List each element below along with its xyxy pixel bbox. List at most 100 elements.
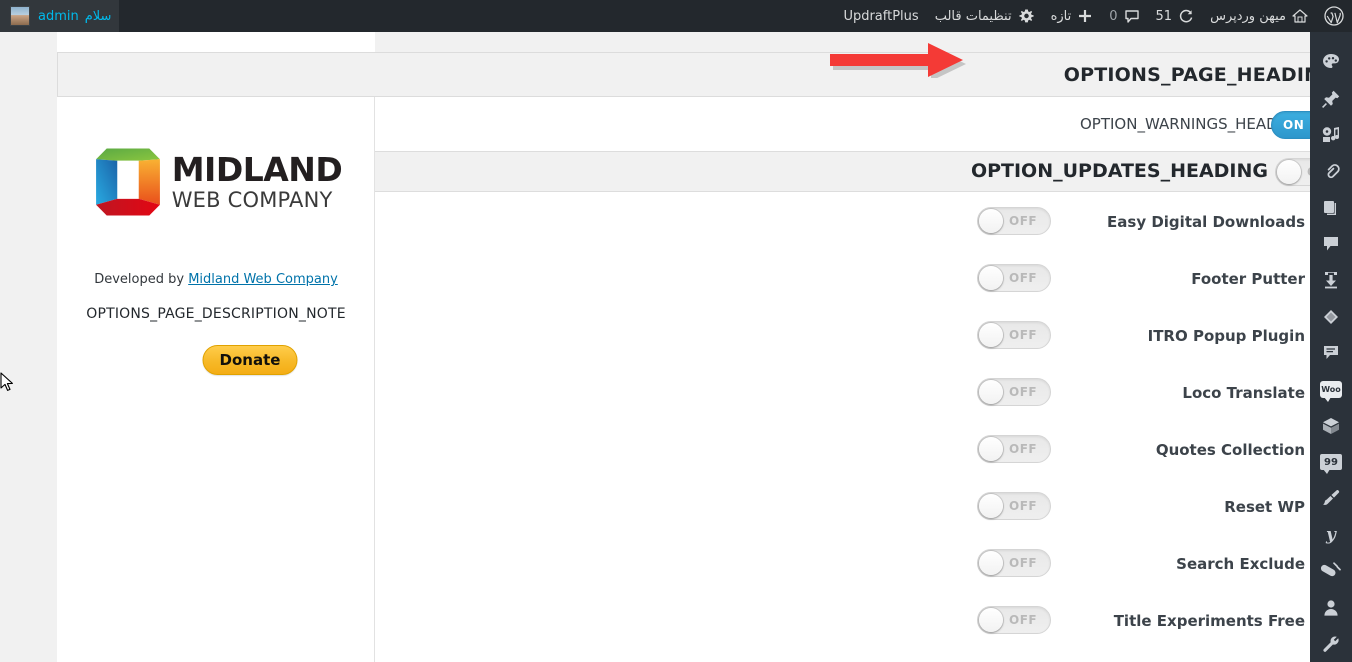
admin-bar-left-group: میهن وردپرس 51 0 تازه تنظیمات قالب Updra… bbox=[835, 0, 1352, 32]
plugin-toggle-holder: OFF bbox=[977, 492, 1051, 520]
import-download-icon-button[interactable] bbox=[1310, 262, 1352, 298]
admin-bar-theme-settings-label: تنظیمات قالب bbox=[934, 8, 1012, 24]
plugin-name: Search Exclude bbox=[1176, 554, 1305, 573]
toggle-state-label: OFF bbox=[1009, 556, 1038, 570]
user-icon-button[interactable] bbox=[1310, 589, 1352, 625]
palette-icon-button[interactable] bbox=[1310, 44, 1352, 80]
pin-icon-button[interactable] bbox=[1310, 80, 1352, 116]
admin-bar-updraftplus-label: UpdraftPlus bbox=[843, 8, 919, 24]
midland-logo: MIDLAND WEB COMPANY bbox=[57, 129, 375, 234]
admin-bar-site-name-label: میهن وردپرس bbox=[1210, 8, 1286, 24]
diamond-icon-button[interactable] bbox=[1310, 299, 1352, 335]
brush-icon bbox=[1321, 488, 1341, 508]
media-music-icon-button[interactable] bbox=[1310, 117, 1352, 153]
plugin-toggle-holder: OFF bbox=[977, 321, 1051, 349]
wrench-icon-button[interactable] bbox=[1310, 626, 1352, 662]
admin-bar-greeting: سلام bbox=[84, 8, 112, 24]
admin-bar-updraftplus[interactable]: UpdraftPlus bbox=[835, 0, 926, 32]
yith-icon-button[interactable]: y bbox=[1310, 517, 1352, 553]
quote-99-icon: 99 bbox=[1320, 454, 1342, 475]
wrench-icon bbox=[1321, 634, 1341, 654]
admin-bar-username: admin bbox=[38, 8, 79, 24]
toggle-state-label: ON bbox=[1283, 118, 1305, 132]
admin-bar-comments[interactable]: 0 bbox=[1101, 0, 1147, 32]
plugin-toggle[interactable]: OFF bbox=[977, 321, 1051, 349]
avatar bbox=[10, 6, 30, 26]
admin-bar-my-account[interactable]: سلام admin bbox=[0, 0, 120, 32]
woo-icon-button[interactable]: Woo bbox=[1310, 371, 1352, 407]
toggle-knob bbox=[979, 494, 1003, 518]
admin-bar-site-name[interactable]: میهن وردپرس bbox=[1202, 0, 1316, 32]
plugin-toggle[interactable]: OFF bbox=[977, 549, 1051, 577]
plugin-name: Quotes Collection bbox=[1155, 440, 1305, 459]
options-page-description-note: OPTIONS_PAGE_DESCRIPTION_NOTE bbox=[86, 306, 346, 322]
plugin-toggle-holder: OFF bbox=[977, 378, 1051, 406]
home-icon bbox=[1292, 8, 1308, 24]
gear-icon bbox=[1018, 8, 1035, 25]
toggle-knob bbox=[979, 380, 1003, 404]
toggle-state-label: OFF bbox=[1009, 442, 1038, 456]
logo-line-1: MIDLAND bbox=[171, 149, 343, 189]
page-wrap: OPTIONS_PAGE_HEADING OPTION_WARNINGS_HEA… bbox=[0, 32, 1352, 662]
options-page-heading-row: OPTIONS_PAGE_HEADING bbox=[57, 52, 1352, 97]
box-icon bbox=[1321, 416, 1341, 436]
brush-icon-button[interactable] bbox=[1310, 480, 1352, 516]
plugin-toggle-holder: OFF bbox=[977, 606, 1051, 634]
comment-icon bbox=[1321, 234, 1341, 254]
media-music-icon bbox=[1321, 125, 1341, 145]
plugin-plug-icon bbox=[1321, 561, 1341, 581]
toggle-state-label: OFF bbox=[1009, 271, 1038, 285]
toggle-knob bbox=[979, 608, 1003, 632]
plugin-name: Reset WP bbox=[1224, 497, 1305, 516]
toggle-knob bbox=[979, 209, 1003, 233]
developed-by-link[interactable]: Midland Web Company bbox=[188, 272, 338, 287]
feedback-icon bbox=[1321, 343, 1341, 363]
plugin-name: Title Experiments Free bbox=[1113, 611, 1305, 630]
woo-icon: Woo bbox=[1320, 380, 1342, 402]
toggle-state-label: OFF bbox=[1009, 613, 1038, 627]
admin-bar-new-content[interactable]: تازه bbox=[1043, 0, 1102, 32]
plugin-toggle[interactable]: OFF bbox=[977, 207, 1051, 235]
plugin-toggle[interactable]: OFF bbox=[977, 264, 1051, 292]
plugin-toggle-holder: OFF bbox=[977, 207, 1051, 235]
updates-icon bbox=[1178, 8, 1194, 24]
plugin-toggle[interactable]: OFF bbox=[977, 378, 1051, 406]
copy-pages-icon-button[interactable] bbox=[1310, 189, 1352, 225]
logo-line-2: WEB COMPANY bbox=[171, 187, 333, 212]
wordpress-icon bbox=[1324, 6, 1344, 26]
diamond-icon bbox=[1321, 307, 1341, 327]
comment-bubble-icon bbox=[1124, 8, 1140, 24]
import-download-icon bbox=[1321, 270, 1341, 290]
admin-bar-updates[interactable]: 51 bbox=[1148, 0, 1203, 32]
plugin-toggle[interactable]: OFF bbox=[977, 492, 1051, 520]
plugin-toggle-holder: OFF bbox=[977, 435, 1051, 463]
toggle-knob bbox=[979, 323, 1003, 347]
toggle-knob bbox=[979, 437, 1003, 461]
plugin-plug-icon-button[interactable] bbox=[1310, 553, 1352, 589]
plugin-toggle[interactable]: OFF bbox=[977, 606, 1051, 634]
plugin-toggle-holder: OFF bbox=[977, 264, 1051, 292]
donate-button[interactable]: Donate bbox=[202, 345, 298, 375]
pin-icon bbox=[1321, 89, 1341, 109]
plugin-name: ITRO Popup Plugin bbox=[1147, 326, 1305, 345]
link-icon bbox=[1321, 161, 1341, 181]
admin-bar-updates-count: 51 bbox=[1155, 8, 1173, 24]
admin-bar-new-label: تازه bbox=[1050, 8, 1072, 24]
plugin-info-panel: MIDLAND WEB COMPANY Developed by Midland… bbox=[57, 97, 375, 662]
copy-pages-icon bbox=[1321, 198, 1341, 218]
toggle-knob bbox=[1277, 160, 1301, 184]
toggle-state-label: OFF bbox=[1009, 214, 1038, 228]
toggle-state-label: OFF bbox=[1009, 499, 1038, 513]
plugin-toggle[interactable]: OFF bbox=[977, 435, 1051, 463]
box-icon-button[interactable] bbox=[1310, 408, 1352, 444]
feedback-icon-button[interactable] bbox=[1310, 335, 1352, 371]
palette-icon bbox=[1321, 52, 1341, 72]
option-updates-label: OPTION_UPDATES_HEADING bbox=[970, 160, 1268, 182]
admin-bar: میهن وردپرس 51 0 تازه تنظیمات قالب Updra… bbox=[0, 0, 1352, 32]
admin-bar-theme-settings[interactable]: تنظیمات قالب bbox=[927, 0, 1043, 32]
admin-bar-wp-logo[interactable] bbox=[1316, 0, 1352, 32]
quote-99-icon-button[interactable]: 99 bbox=[1310, 444, 1352, 480]
plugin-name: Loco Translate bbox=[1182, 383, 1305, 402]
link-icon-button[interactable] bbox=[1310, 153, 1352, 189]
comment-icon-button[interactable] bbox=[1310, 226, 1352, 262]
